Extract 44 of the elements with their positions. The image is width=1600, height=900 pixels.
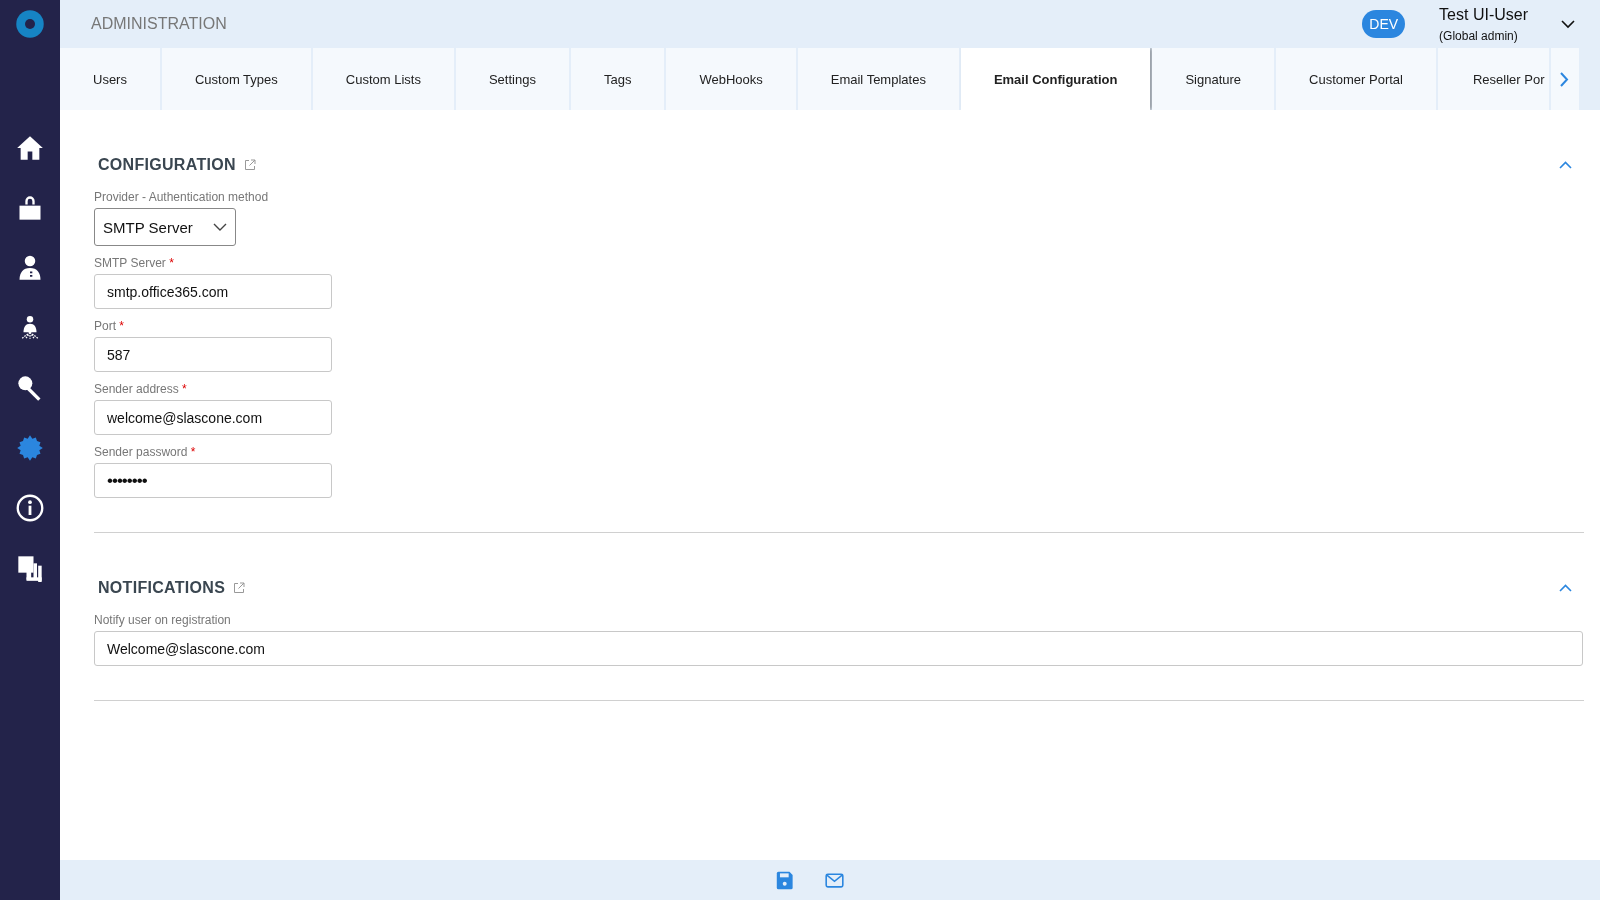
- tab[interactable]: Custom Lists: [312, 48, 454, 110]
- input-field[interactable]: welcome@slascone.com: [94, 400, 332, 435]
- help-pages-icon: [16, 554, 44, 582]
- field-label: Sender password *: [94, 445, 197, 459]
- chevron-right-icon: [1560, 71, 1569, 87]
- input-field[interactable]: 587: [94, 337, 332, 372]
- external-link-icon[interactable]: [243, 158, 256, 171]
- tab[interactable]: WebHooks: [666, 48, 796, 110]
- field-label: Port *: [94, 319, 125, 333]
- home-icon: [16, 134, 44, 162]
- tab[interactable]: Tags: [570, 48, 665, 110]
- chevron-up-icon: [1559, 161, 1572, 169]
- user-name: Test UI-User: [1439, 5, 1528, 24]
- tab[interactable]: Settings: [455, 48, 569, 110]
- settings-icon: [16, 434, 44, 462]
- tab[interactable]: Reseller Por: [1437, 48, 1549, 110]
- tab[interactable]: Signature: [1152, 48, 1275, 110]
- tab[interactable]: Customer Portal: [1276, 48, 1436, 110]
- chevron-up-icon: [1559, 584, 1572, 592]
- user-role: (Global admin): [1439, 28, 1519, 43]
- email-icon: [825, 870, 844, 890]
- tab[interactable]: Users: [60, 48, 160, 110]
- page-title: ADMINISTRATION: [91, 15, 228, 33]
- chevron-down-icon: [213, 223, 227, 231]
- logo-icon: [15, 9, 45, 39]
- field-label: Sender address *: [94, 382, 188, 396]
- tab[interactable]: Email Templates: [797, 48, 959, 110]
- external-link-icon[interactable]: [233, 581, 246, 594]
- chevron-down-icon: [1561, 19, 1575, 29]
- dropdown[interactable]: SMTP Server: [94, 208, 236, 246]
- field-label: Provider - Authentication method: [94, 190, 270, 204]
- tab[interactable]: Custom Types: [161, 48, 311, 110]
- tab[interactable]: Email Configuration: [960, 48, 1151, 110]
- section-title: CONFIGURATION: [98, 155, 236, 174]
- field-label: Notify user on registration: [94, 613, 232, 627]
- save-icon: [776, 870, 795, 890]
- info-icon: [16, 494, 44, 522]
- environment-badge: DEV: [1362, 10, 1406, 38]
- input-field[interactable]: smtp.office365.com: [94, 274, 332, 309]
- password-field[interactable]: ••••••••: [94, 463, 332, 498]
- input-field[interactable]: Welcome@slascone.com: [94, 631, 1583, 666]
- section-title: NOTIFICATIONS: [98, 578, 226, 597]
- key-icon: [16, 374, 44, 402]
- field-label: SMTP Server *: [94, 256, 175, 270]
